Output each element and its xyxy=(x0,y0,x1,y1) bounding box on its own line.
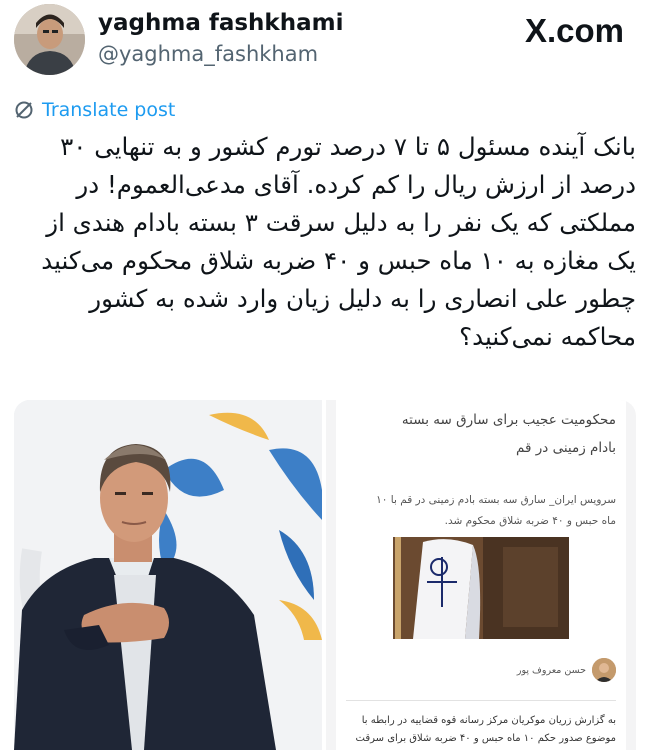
avatar-image xyxy=(14,4,85,75)
article-card: محکومیت عجیب برای سارق سه بسته بادام زمی… xyxy=(336,400,626,750)
article-lead-line: ماه حبس و ۴۰ ضربه شلاق محکوم شد. xyxy=(444,515,616,527)
post-text: بانک آینده مسئول ۵ تا ۷ درصد تورم کشور و… xyxy=(14,128,636,356)
post-line: یک مغازه به ۱۰ ماه حبس و ۴۰ ضربه شلاق مح… xyxy=(41,246,636,275)
article-title-line: محکومیت عجیب برای سارق سه بسته xyxy=(401,412,616,428)
article-author: حسن معروف پور xyxy=(517,658,616,682)
translate-post-button[interactable]: Translate post xyxy=(14,99,175,121)
display-name[interactable]: yaghma fashkhami xyxy=(98,10,343,36)
article-body: به گزارش زریان موکریان مرکز رسانه قوه قض… xyxy=(336,712,616,748)
article-divider xyxy=(346,700,616,701)
brand-label: X.com xyxy=(524,12,624,49)
post-line: چطور علی انصاری را به دلیل زیان وارد شده… xyxy=(89,284,636,313)
globe-icon xyxy=(15,101,33,119)
post-line: مملکتی که یک نفر را به دلیل سرقت ۳ بسته … xyxy=(46,208,636,237)
media-photo[interactable] xyxy=(14,400,322,750)
translate-label: Translate post xyxy=(42,99,176,121)
article-title-line: بادام زمینی در قم xyxy=(516,440,616,456)
author-name: حسن معروف پور xyxy=(516,664,586,676)
post-media[interactable]: محکومیت عجیب برای سارق سه بسته بادام زمی… xyxy=(14,400,636,750)
post-line: محاکمه نمی‌کنید؟ xyxy=(459,322,636,351)
post-line: بانک آینده مسئول ۵ تا ۷ درصد تورم کشور و… xyxy=(60,132,636,161)
judiciary-flag-image xyxy=(393,537,569,639)
profile-avatar[interactable] xyxy=(14,4,85,75)
article-body-line: موضوع صدور حکم ۱۰ ماه حبس و ۴۰ ضربه شلاق… xyxy=(355,733,616,744)
author-avatar-image xyxy=(592,658,616,682)
author-avatar xyxy=(592,658,616,682)
article-lead-line: سرویس ایران_ سارق سه بسته بادم زمینی در … xyxy=(376,494,616,506)
article-image xyxy=(393,537,569,639)
article-title: محکومیت عجیب برای سارق سه بسته بادام زمی… xyxy=(346,406,616,462)
man-photo xyxy=(14,400,322,750)
brand-watermark: X.com xyxy=(525,12,624,50)
post-line: درصد از ارزش ریال را کم کرده. آقای مدعی‌… xyxy=(76,170,636,199)
user-handle[interactable]: @yaghma_fashkham xyxy=(98,42,318,66)
article-screenshot[interactable]: محکومیت عجیب برای سارق سه بسته بادام زمی… xyxy=(326,400,636,750)
article-body-line: به گزارش زریان موکریان مرکز رسانه قوه قض… xyxy=(361,715,616,726)
article-lead: سرویس ایران_ سارق سه بسته بادم زمینی در … xyxy=(346,490,616,532)
